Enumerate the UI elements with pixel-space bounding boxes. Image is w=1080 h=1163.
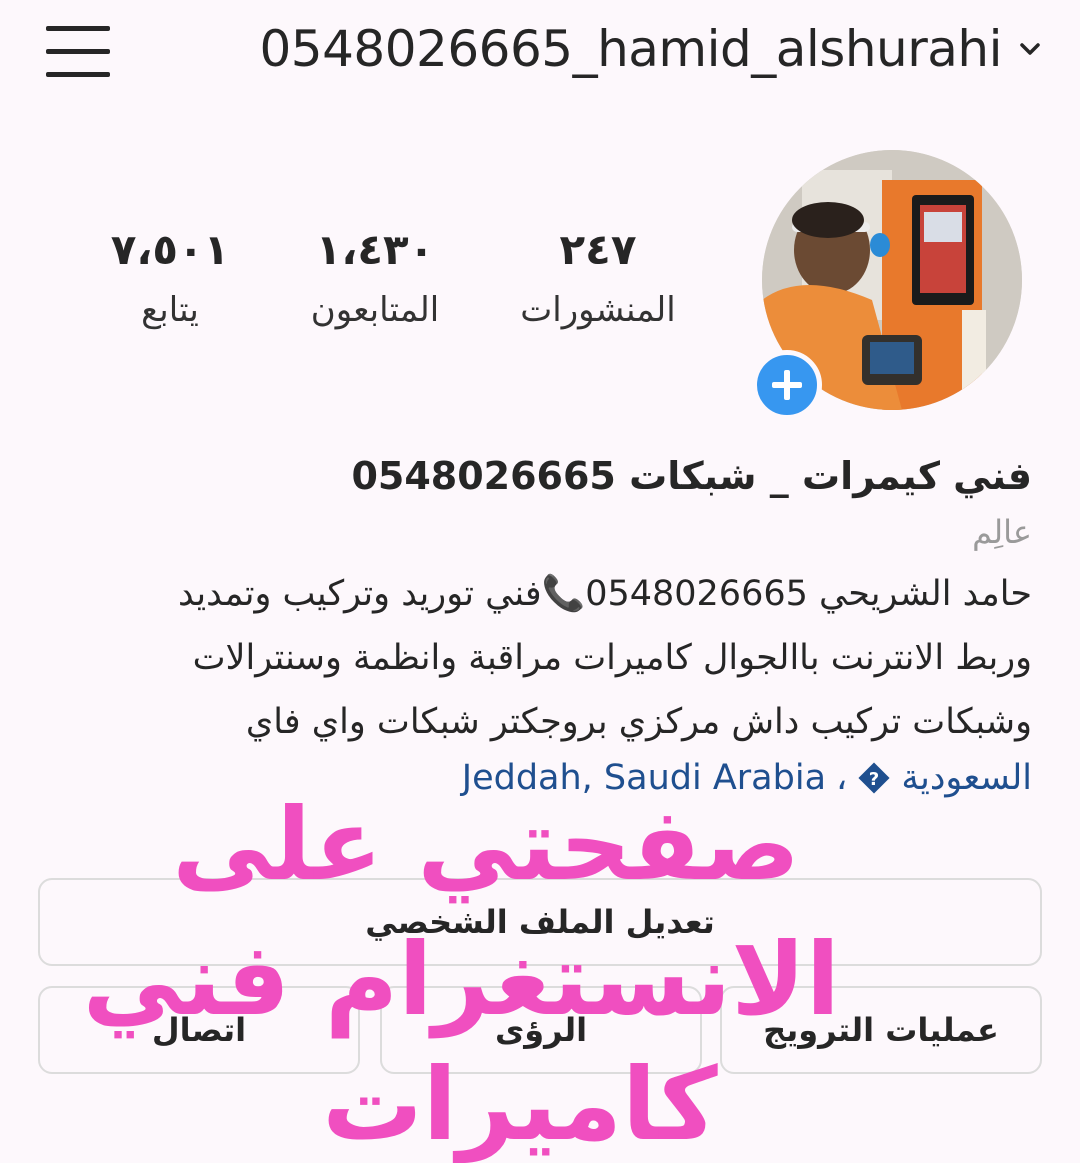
location-city: Jeddah, Saudi Arabia: [461, 758, 827, 798]
chevron-down-icon: [1020, 43, 1040, 55]
following-label: يتابع: [141, 290, 199, 330]
menu-icon[interactable]: [46, 24, 110, 80]
bio-line: وشبكات تركيب داش مركزي بروجكتر شبكات واي…: [245, 702, 1032, 742]
account-switcher[interactable]: 0548026665_hamid_alshurahi: [259, 20, 1044, 78]
following-count: ٧،٥٠١: [110, 225, 230, 274]
posts-count: ٢٤٧: [559, 225, 637, 274]
stat-following[interactable]: ٧،٥٠١ يتابع: [60, 222, 280, 342]
insights-button[interactable]: الرؤى: [380, 986, 702, 1074]
posts-label: المنشورات: [520, 290, 676, 330]
stat-posts[interactable]: ٢٤٧ المنشورات: [488, 222, 708, 342]
contact-button[interactable]: اتصال: [38, 986, 360, 1074]
promotions-button[interactable]: عمليات الترويج: [720, 986, 1042, 1074]
stat-followers[interactable]: ١،٤٣٠ المتابعون: [265, 222, 485, 342]
followers-label: المتابعون: [310, 290, 440, 330]
profile-bio: حامد الشريحي 0548026665📞فني توريد وتركيب…: [40, 562, 1032, 754]
location-separator: ،: [836, 758, 848, 798]
profile-location[interactable]: السعودية ? ، Jeddah, Saudi Arabia: [40, 748, 1032, 808]
add-story-icon[interactable]: [752, 350, 822, 420]
profile-category: عالِم: [972, 513, 1032, 551]
location-pin-icon: ?: [858, 762, 890, 794]
location-country: السعودية: [901, 758, 1032, 798]
followers-count: ١،٤٣٠: [315, 225, 435, 274]
svg-text:?: ?: [869, 769, 879, 790]
bio-line: وربط الانترنت باالجوال كاميرات مراقبة وا…: [192, 638, 1032, 678]
profile-stats: ٧،٥٠١ يتابع ١،٤٣٠ المتابعون ٢٤٧ المنشورا…: [60, 222, 720, 342]
bio-line: حامد الشريحي 0548026665📞فني توريد وتركيب…: [178, 574, 1032, 614]
profile-display-name: فني كيمرات _ شبكات 0548026665: [351, 454, 1032, 498]
edit-profile-button[interactable]: تعديل الملف الشخصي: [38, 878, 1042, 966]
username: 0548026665_hamid_alshurahi: [259, 20, 1002, 78]
